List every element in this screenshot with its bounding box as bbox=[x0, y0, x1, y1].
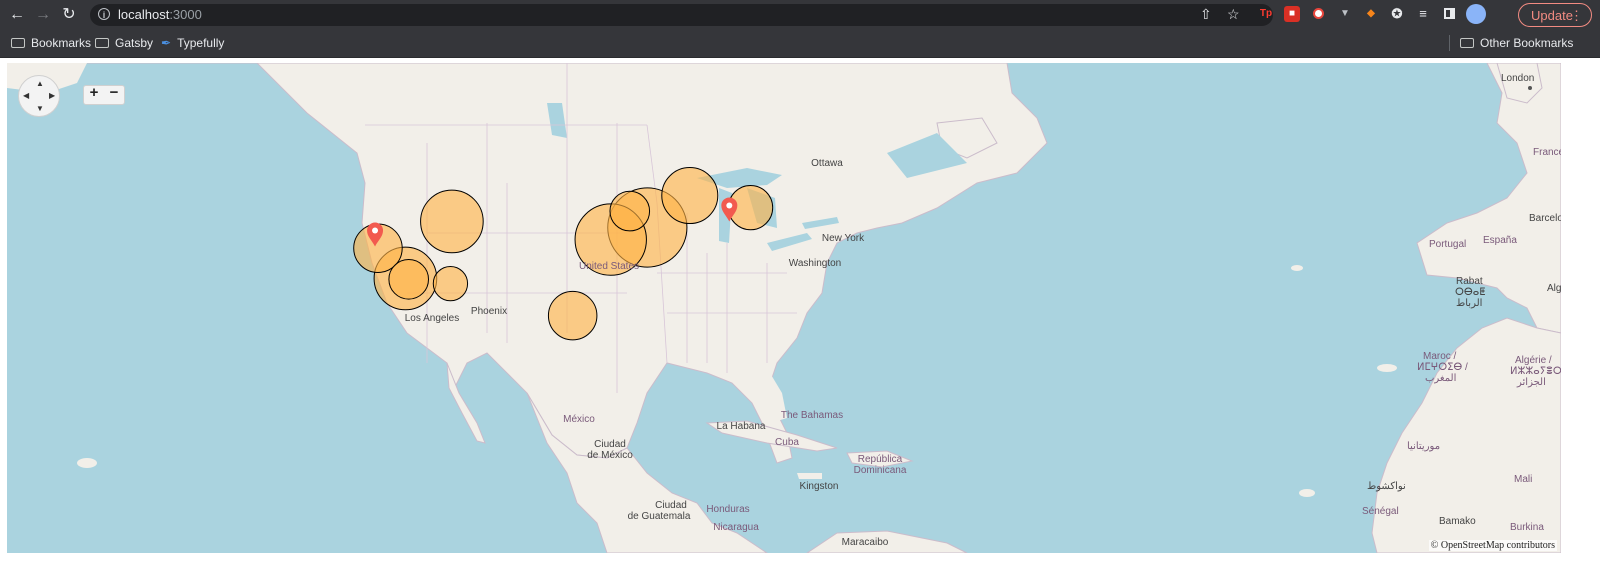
avatar[interactable] bbox=[1466, 4, 1486, 24]
pan-control[interactable]: ▲ ▼ ◀ ▶ bbox=[18, 75, 60, 117]
bookmark-label: Other Bookmarks bbox=[1480, 36, 1574, 50]
label-algerie-ar: الجزائر bbox=[1517, 377, 1546, 388]
label-la-habana: La Habana bbox=[716, 421, 766, 432]
bubble-phoenix[interactable] bbox=[432, 265, 469, 302]
bubble-houston[interactable] bbox=[547, 290, 598, 341]
pan-up-icon[interactable]: ▲ bbox=[36, 79, 44, 88]
label-barcelona: Barcelo bbox=[1529, 213, 1561, 224]
label-cuba: Cuba bbox=[775, 437, 799, 448]
back-arrow-icon[interactable]: ← bbox=[7, 5, 27, 25]
bookmarks-bar: Bookmarks Gatsby ✒ Typefully Other Bookma… bbox=[0, 30, 1600, 58]
pan-right-icon[interactable]: ▶ bbox=[49, 91, 55, 100]
label-algerie-amz: ⵍⵣⵣⴰⵢⴻⵔ / bbox=[1510, 366, 1561, 377]
label-bamako: Bamako bbox=[1439, 516, 1476, 527]
label-rep-dom-1: República bbox=[857, 454, 903, 465]
tp-icon[interactable]: Tp bbox=[1258, 6, 1274, 22]
address-bar[interactable]: i localhost:3000 ⇧ ☆ bbox=[90, 4, 1273, 26]
url-port: :3000 bbox=[169, 7, 202, 22]
label-ciudad-guatemala-1: Ciudad bbox=[655, 500, 687, 511]
label-los-angeles: Los Angeles bbox=[404, 313, 460, 324]
label-nouakchott: نواكشوط bbox=[1367, 481, 1406, 492]
pan-down-icon[interactable]: ▼ bbox=[36, 104, 44, 113]
label-nicaragua: Nicaragua bbox=[713, 522, 759, 533]
label-phoenix: Phoenix bbox=[470, 306, 508, 317]
label-maroc: Maroc / bbox=[1423, 351, 1457, 362]
url-text: localhost:3000 bbox=[118, 7, 202, 22]
kebab-menu-icon: ⋮ bbox=[1570, 8, 1583, 23]
label-mali: Mali bbox=[1514, 474, 1533, 485]
folder-icon bbox=[95, 37, 109, 48]
bookmark-label: Gatsby bbox=[115, 36, 154, 50]
label-ciudad-guatemala-2: de Guatemala bbox=[627, 511, 691, 522]
forward-arrow-icon[interactable]: → bbox=[33, 5, 53, 25]
label-portugal: Portugal bbox=[1429, 239, 1467, 250]
bubble-salt-lake[interactable] bbox=[420, 189, 484, 254]
queue-icon[interactable]: ≡ bbox=[1415, 6, 1431, 22]
label-new-york: New York bbox=[821, 233, 865, 244]
ext-red-icon[interactable]: ■ bbox=[1284, 6, 1300, 22]
pan-left-icon[interactable]: ◀ bbox=[23, 91, 29, 100]
bubble-los-angeles-small[interactable] bbox=[388, 259, 430, 300]
share-icon[interactable]: ⇧ bbox=[1200, 6, 1212, 23]
bubble-chicago[interactable] bbox=[609, 190, 651, 232]
label-maracaibo: Maracaibo bbox=[841, 537, 889, 548]
update-button[interactable]: Update ⋮ bbox=[1518, 3, 1592, 27]
folder-icon bbox=[11, 37, 25, 48]
bookmarks-divider bbox=[1449, 35, 1450, 51]
map-overlay bbox=[353, 167, 774, 341]
label-algerie: Algérie / bbox=[1515, 355, 1552, 366]
star-icon[interactable]: ☆ bbox=[1227, 6, 1240, 23]
label-rabat-amz: ⵔⴱⴰⵟ bbox=[1455, 287, 1486, 298]
url-host: localhost bbox=[118, 7, 170, 22]
folder-icon bbox=[1460, 37, 1474, 48]
record-icon[interactable] bbox=[1310, 6, 1326, 22]
label-alg: Alg bbox=[1547, 283, 1561, 294]
bookmark-label: Typefully bbox=[177, 36, 225, 50]
puzzle-icon[interactable]: ✪ bbox=[1389, 6, 1405, 22]
label-burkina: Burkina bbox=[1510, 522, 1544, 533]
label-rep-dom-2: Dominicana bbox=[853, 465, 907, 476]
bookmark-label: Bookmarks bbox=[31, 36, 92, 50]
fox-icon[interactable]: ◆ bbox=[1363, 6, 1379, 22]
bookmark-typefully[interactable]: ✒ Typefully bbox=[161, 34, 224, 52]
label-maroc-ar: المغرب bbox=[1425, 373, 1457, 384]
label-rabat-ar: الرباط bbox=[1456, 298, 1483, 309]
feather-icon: ✒ bbox=[161, 36, 172, 50]
zoom-control: + − bbox=[83, 84, 125, 105]
label-bahamas: The Bahamas bbox=[780, 410, 844, 421]
browser-toolbar: ← → ↻ i localhost:3000 ⇧ ☆ Tp ■ ▼ ◆ ✪ ≡ … bbox=[0, 0, 1600, 30]
label-washington: Washington bbox=[788, 258, 842, 269]
label-maroc-amz: ⵍⵎⵖⵔⵉⴱ / bbox=[1417, 362, 1468, 373]
reload-icon[interactable]: ↻ bbox=[59, 5, 79, 25]
label-london: London bbox=[1501, 73, 1535, 84]
label-honduras: Honduras bbox=[706, 504, 750, 515]
city-dot bbox=[1528, 86, 1532, 90]
label-ciudad-mexico-1: Ciudad bbox=[594, 439, 626, 450]
label-espana: España bbox=[1483, 235, 1517, 246]
bookmark-other[interactable]: Other Bookmarks bbox=[1460, 34, 1573, 52]
label-mexico: México bbox=[563, 414, 595, 425]
vee-icon[interactable]: ▼ bbox=[1337, 6, 1353, 22]
label-senegal: Sénégal bbox=[1362, 506, 1399, 517]
bubble-toronto[interactable] bbox=[661, 167, 719, 225]
site-info-icon[interactable]: i bbox=[98, 8, 110, 20]
update-label: Update bbox=[1531, 8, 1573, 23]
bookmark-gatsby[interactable]: Gatsby bbox=[95, 34, 153, 52]
label-united-states: United States bbox=[578, 261, 640, 272]
label-ciudad-mexico-2: de México bbox=[587, 450, 633, 461]
map-attribution: © OpenStreetMap contributors bbox=[1428, 540, 1557, 551]
label-rabat: Rabat bbox=[1456, 276, 1483, 287]
map-view[interactable]: London France Barcelo Portugal España Ra… bbox=[7, 63, 1561, 553]
bookmark-bookmarks[interactable]: Bookmarks bbox=[11, 34, 91, 52]
label-mauritania: موريتانيا bbox=[1407, 441, 1441, 452]
sidepanel-icon[interactable] bbox=[1441, 6, 1457, 22]
zoom-in-button[interactable]: + bbox=[84, 84, 104, 101]
zoom-out-button[interactable]: − bbox=[104, 84, 124, 101]
label-ottawa: Ottawa bbox=[811, 158, 843, 169]
label-kingston: Kingston bbox=[799, 481, 839, 492]
label-france: France bbox=[1533, 147, 1561, 158]
